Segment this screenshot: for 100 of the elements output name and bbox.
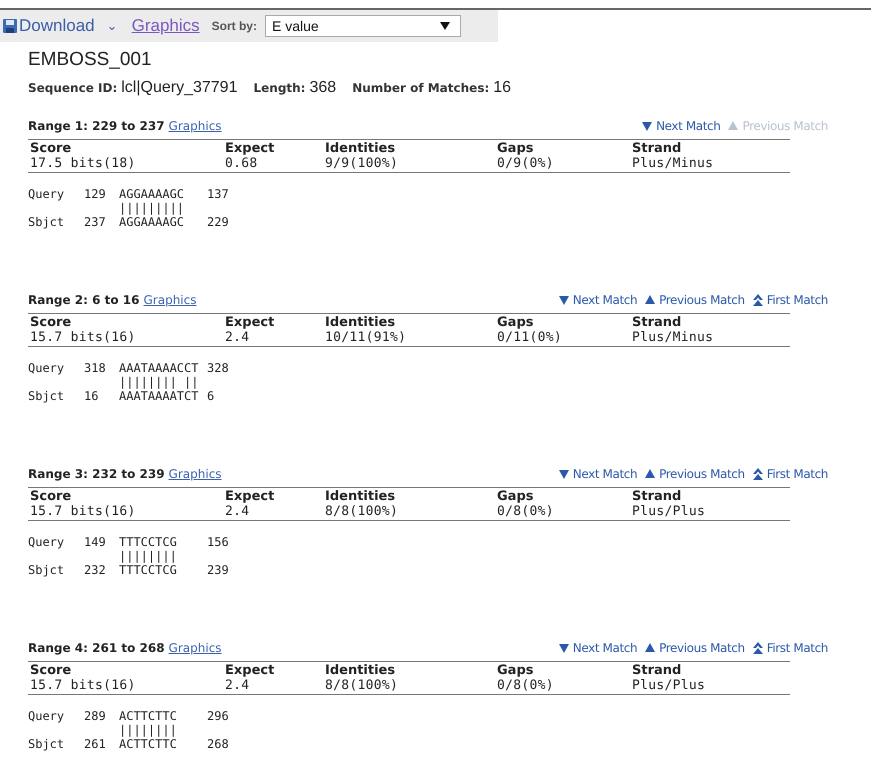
- range-title: Range 4: 261 to 268: [28, 640, 165, 657]
- score-cell-text: 0/11(0%): [497, 330, 564, 345]
- up-triangle-icon: [728, 121, 738, 131]
- up-triangle-icon: [645, 643, 656, 653]
- sequence: AGGAAAAGC: [119, 187, 186, 201]
- query-title: EMBOSS_001: [28, 48, 153, 72]
- sequence: TTTCCTCG: [119, 563, 178, 577]
- match-nav-link[interactable]: Next Match: [642, 117, 720, 135]
- position-number: 239: [207, 563, 229, 577]
- range-title: Range 3: 232 to 239: [28, 466, 165, 483]
- column-header: Gaps: [497, 489, 534, 504]
- column-header: Strand: [632, 315, 682, 330]
- column-header: Expect: [225, 315, 276, 330]
- match-nav-link[interactable]: First Match: [752, 465, 828, 483]
- field-value: 368: [309, 78, 336, 98]
- graphics-link[interactable]: Graphics: [144, 291, 196, 309]
- score-cell-text: 0/8(0%): [497, 678, 555, 693]
- position-number: 6: [207, 389, 214, 403]
- score-cell-text: 15.7 bits(16): [30, 504, 137, 519]
- match-nav-link[interactable]: First Match: [752, 639, 828, 657]
- score-cell-text: 15.7 bits(16): [30, 330, 137, 345]
- position-number: 237: [84, 215, 107, 229]
- score-cell-text: Plus/Minus: [632, 330, 714, 345]
- position-number: 129: [84, 187, 107, 201]
- column-header: Expect: [225, 663, 276, 678]
- graphics-link[interactable]: Graphics: [168, 117, 222, 135]
- row-label: Query: [28, 709, 66, 723]
- match-nav-link[interactable]: Previous Match: [645, 639, 745, 657]
- down-triangle-icon: [558, 469, 569, 479]
- score-cell-text: 17.5 bits(18): [30, 156, 137, 171]
- graphics-link[interactable]: Graphics: [132, 13, 200, 39]
- score-cell-text: 9/9(100%): [325, 156, 400, 171]
- match-nav-link[interactable]: Next Match: [558, 291, 638, 309]
- position-number: 156: [207, 535, 229, 549]
- match-nav-link[interactable]: Previous Match: [645, 465, 745, 483]
- down-triangle-icon: [558, 643, 569, 653]
- row-label: Sbjct: [28, 389, 66, 403]
- score-cell-text: Plus/Plus: [632, 504, 706, 519]
- row-label: Query: [28, 535, 66, 549]
- match-nav-link[interactable]: First Match: [752, 291, 828, 309]
- caret-icon[interactable]: ⌄: [106, 16, 118, 36]
- column-header: Identities: [325, 315, 396, 330]
- sequence: AAATAAAACCT: [119, 361, 200, 375]
- field-label: Number of Matches:: [352, 80, 490, 97]
- sort-label: Sort by:: [212, 18, 257, 35]
- match-nav-link: Previous Match: [728, 117, 828, 135]
- save-icon: [2, 18, 18, 34]
- position-number: 137: [207, 187, 229, 201]
- double-up-arrow-icon: [752, 294, 763, 306]
- column-header: Gaps: [497, 141, 534, 156]
- score-cell-text: 2.4: [225, 330, 250, 345]
- position-number: 149: [84, 535, 107, 549]
- match-nav-link[interactable]: Next Match: [558, 639, 638, 657]
- score-cell-text: 0/9(0%): [497, 156, 555, 171]
- position-number: 328: [207, 361, 229, 375]
- field-label: Length:: [253, 80, 306, 97]
- field-label: Sequence ID:: [28, 80, 118, 97]
- column-header: Expect: [225, 141, 276, 156]
- column-header: Gaps: [497, 663, 534, 678]
- field-value: 16: [493, 78, 512, 98]
- sequence: ACTTCTTC: [119, 709, 178, 723]
- row-label: Sbjct: [28, 563, 66, 577]
- download-link[interactable]: Download: [2, 13, 95, 39]
- column-header: Score: [30, 663, 72, 678]
- double-up-arrow-icon: [752, 642, 763, 654]
- position-number: 229: [207, 215, 229, 229]
- column-header: Strand: [632, 141, 682, 156]
- column-header: Score: [30, 489, 72, 504]
- position-number: 261: [84, 737, 107, 751]
- row-label: Query: [28, 187, 66, 201]
- column-header: Strand: [632, 663, 682, 678]
- up-triangle-icon: [645, 469, 656, 479]
- column-header: Score: [30, 315, 72, 330]
- column-header: Score: [30, 141, 72, 156]
- match-nav-link[interactable]: Next Match: [558, 465, 638, 483]
- position-number: 289: [84, 709, 107, 723]
- score-cell-text: Plus/Minus: [632, 156, 714, 171]
- graphics-link[interactable]: Graphics: [168, 639, 222, 657]
- range-title: Range 1: 229 to 237: [28, 118, 165, 135]
- field-value: lcl|Query_37791: [121, 78, 238, 98]
- score-cell-text: 15.7 bits(16): [30, 678, 137, 693]
- position-number: 232: [84, 563, 107, 577]
- row-label: Sbjct: [28, 215, 66, 229]
- score-cell-text: 8/8(100%): [325, 504, 400, 519]
- position-number: 268: [207, 737, 229, 751]
- score-cell-text: 2.4: [225, 504, 250, 519]
- column-header: Strand: [632, 489, 682, 504]
- range-title: Range 2: 6 to 16: [28, 292, 140, 309]
- column-header: Identities: [325, 663, 396, 678]
- caret-icon: [440, 22, 450, 30]
- sort-dropdown[interactable]: E value: [264, 15, 461, 37]
- sequence: AGGAAAAGC: [119, 215, 186, 229]
- position-number: 318: [84, 361, 107, 375]
- down-triangle-icon: [642, 121, 652, 131]
- column-header: Identities: [325, 141, 396, 156]
- match-line: |||||||| ||: [119, 375, 198, 389]
- double-up-arrow-icon: [752, 468, 763, 480]
- graphics-link[interactable]: Graphics: [168, 465, 222, 483]
- match-nav-link[interactable]: Previous Match: [645, 291, 745, 309]
- score-cell-text: 0/8(0%): [497, 504, 555, 519]
